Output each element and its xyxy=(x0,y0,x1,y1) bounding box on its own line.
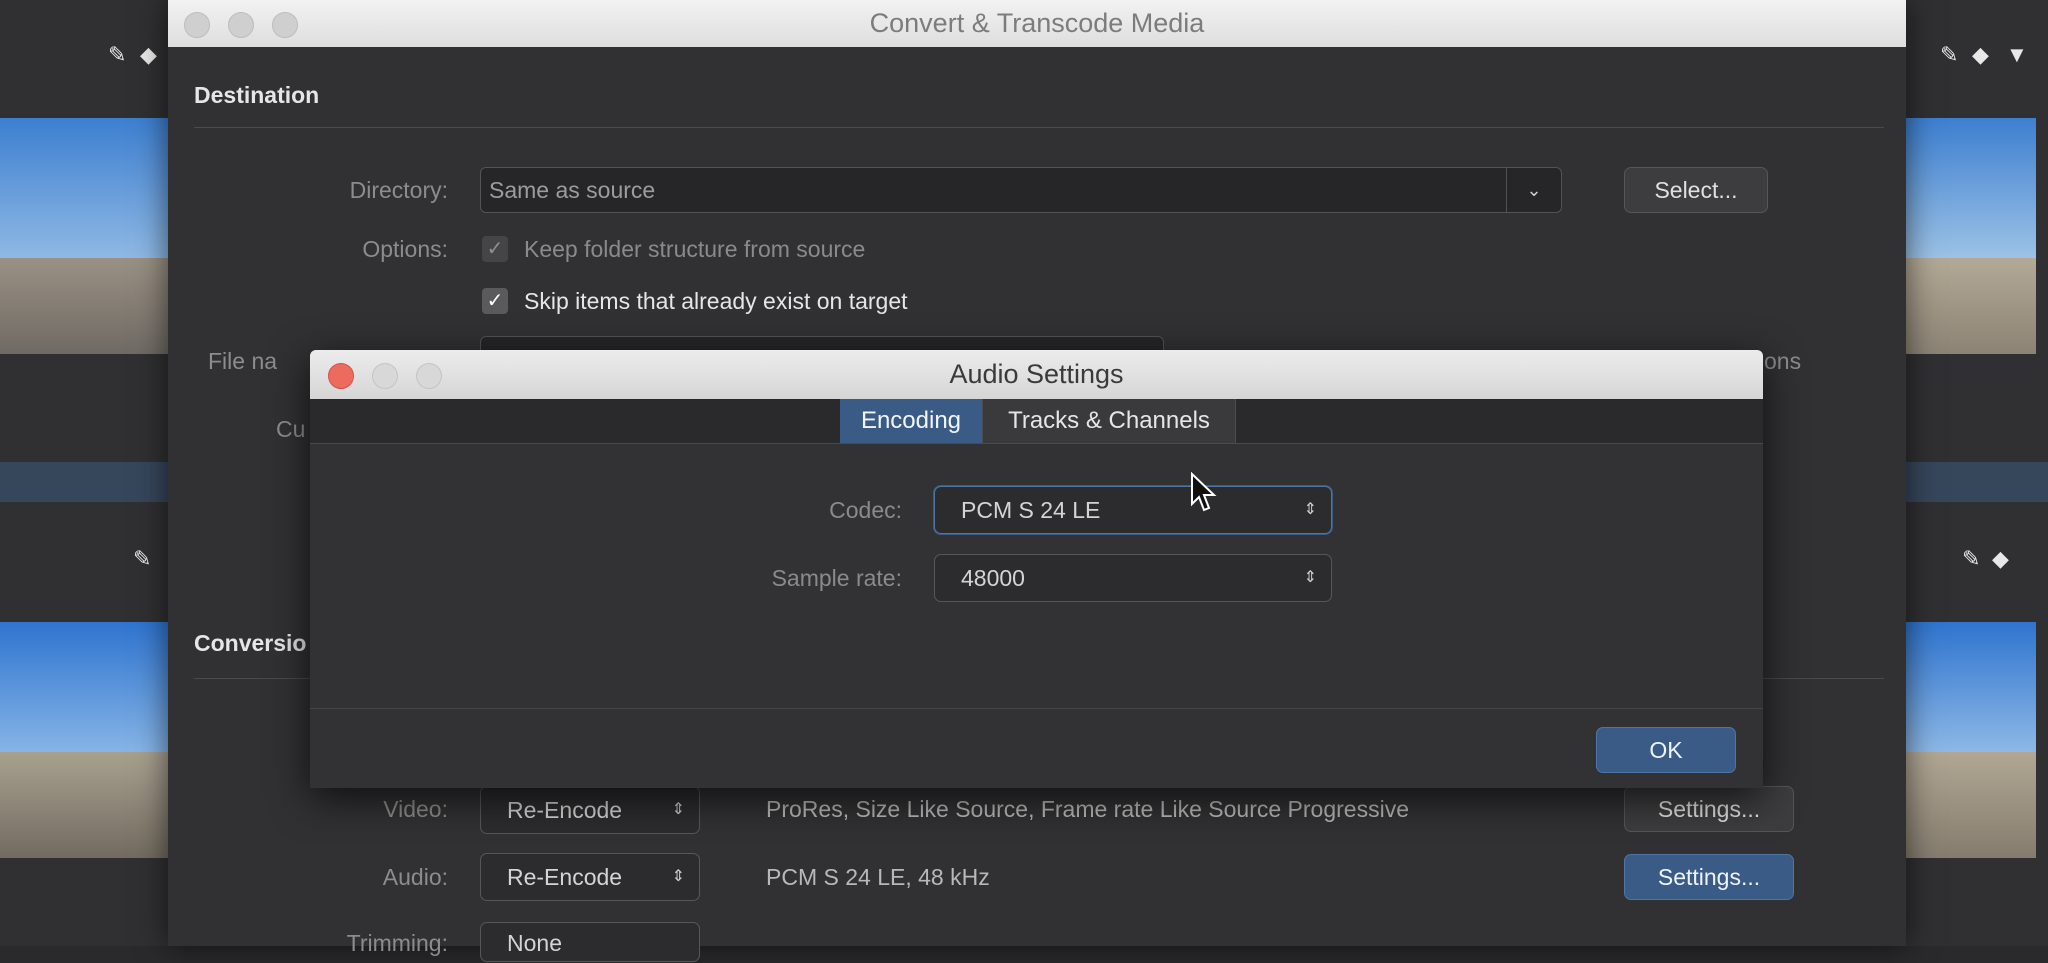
sample-rate-value: 48000 xyxy=(961,565,1025,591)
pencil-icon[interactable]: ✎ xyxy=(133,548,151,570)
media-thumbnail[interactable] xyxy=(1906,118,2036,354)
bookmark-icon[interactable]: ▼ xyxy=(2006,44,2028,66)
audio-mode-select[interactable]: Re-Encode ⇕ xyxy=(480,853,700,901)
close-dialog-button[interactable] xyxy=(328,363,354,389)
selection-strip xyxy=(0,462,168,502)
directory-label: Directory: xyxy=(349,177,448,203)
video-summary: ProRes, Size Like Source, Frame rate Lik… xyxy=(766,796,1409,822)
up-down-arrows-icon: ⇕ xyxy=(1303,501,1317,518)
audio-summary: PCM S 24 LE, 48 kHz xyxy=(766,864,990,890)
trimming-label: Trimming: xyxy=(346,930,448,956)
trimming-value: None xyxy=(507,930,562,956)
tab-tracks-channels[interactable]: Tracks & Channels xyxy=(982,399,1236,443)
ok-button[interactable]: OK xyxy=(1596,727,1736,773)
media-thumbnail[interactable] xyxy=(0,622,168,858)
dialog-title: Audio Settings xyxy=(310,350,1763,399)
pencil-icon[interactable]: ✎ xyxy=(1962,548,1980,570)
up-down-arrows-icon: ⇕ xyxy=(1303,569,1317,586)
codec-value: PCM S 24 LE xyxy=(961,497,1101,523)
video-label: Video: xyxy=(383,796,448,822)
trimming-select[interactable]: None xyxy=(480,922,700,962)
codec-label: Codec: xyxy=(829,497,902,523)
skip-items-checkbox[interactable]: ✓ xyxy=(482,288,508,314)
tab-encoding[interactable]: Encoding xyxy=(840,399,982,443)
keep-folder-label: Keep folder structure from source xyxy=(524,236,866,262)
select-directory-button[interactable]: Select... xyxy=(1624,167,1768,213)
media-thumbnail[interactable] xyxy=(0,118,168,354)
divider xyxy=(194,127,1884,128)
selection-strip xyxy=(1906,462,2048,502)
minimize-window-button[interactable] xyxy=(228,12,254,38)
zoom-dialog-button[interactable] xyxy=(416,363,442,389)
video-mode-select[interactable]: Re-Encode ⇕ xyxy=(480,786,700,834)
options-button-fragment[interactable]: ons xyxy=(1764,348,1801,375)
media-thumbnail[interactable] xyxy=(1906,622,2036,858)
codec-select[interactable]: PCM S 24 LE ⇕ xyxy=(934,486,1332,534)
tag-icon[interactable]: ◆ xyxy=(1992,548,2009,570)
zoom-window-button[interactable] xyxy=(272,12,298,38)
options-label: Options: xyxy=(362,236,448,262)
tag-icon[interactable]: ◆ xyxy=(140,44,157,66)
video-mode-value: Re-Encode xyxy=(507,797,623,823)
pencil-icon[interactable]: ✎ xyxy=(108,44,126,66)
window-title: Convert & Transcode Media xyxy=(168,0,1906,47)
audio-label: Audio: xyxy=(382,864,448,890)
minimize-dialog-button[interactable] xyxy=(372,363,398,389)
divider xyxy=(310,708,1763,709)
chevron-down-icon[interactable]: ⌄ xyxy=(1506,168,1561,212)
video-settings-button[interactable]: Settings... xyxy=(1624,786,1794,832)
file-name-label: File na xyxy=(208,348,278,374)
audio-mode-value: Re-Encode xyxy=(507,864,623,890)
mouse-cursor-icon xyxy=(1191,472,1217,512)
close-window-button[interactable] xyxy=(184,12,210,38)
skip-items-label: Skip items that already exist on target xyxy=(524,288,908,314)
up-down-arrows-icon: ⇕ xyxy=(671,868,685,885)
tag-icon[interactable]: ◆ xyxy=(1972,44,1989,66)
directory-combo[interactable]: Same as source ⌄ xyxy=(480,167,1562,213)
pencil-icon[interactable]: ✎ xyxy=(1940,44,1958,66)
directory-value: Same as source xyxy=(489,177,656,203)
tab-bar: Encoding Tracks & Channels xyxy=(310,399,1763,444)
sample-rate-select[interactable]: 48000 ⇕ xyxy=(934,554,1332,602)
keep-folder-checkbox[interactable]: ✓ xyxy=(482,236,508,262)
sample-rate-label: Sample rate: xyxy=(771,565,902,591)
destination-heading: Destination xyxy=(194,82,320,108)
conversion-heading: Conversio xyxy=(194,630,307,656)
audio-settings-button[interactable]: Settings... xyxy=(1624,854,1794,900)
up-down-arrows-icon: ⇕ xyxy=(671,801,685,818)
audio-settings-dialog: Audio Settings Encoding Tracks & Channel… xyxy=(310,350,1763,788)
